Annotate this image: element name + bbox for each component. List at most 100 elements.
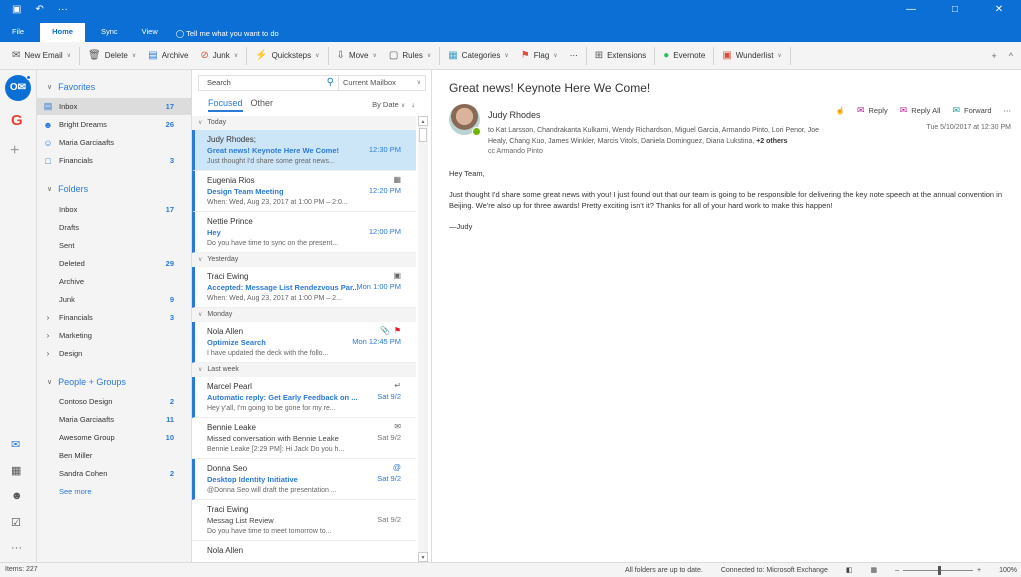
flag-button[interactable]: ⚑ Flag ∨: [515, 46, 564, 66]
undo-icon[interactable]: ↶: [35, 4, 43, 15]
folder-item-marketing[interactable]: › Marketing: [37, 327, 192, 344]
tab-home[interactable]: Home: [40, 23, 85, 42]
sort-by-dropdown[interactable]: By Date ∨: [372, 100, 405, 109]
minimize-button[interactable]: —: [889, 4, 933, 15]
add-icon[interactable]: +: [992, 51, 997, 61]
zoom-handle[interactable]: [938, 565, 941, 575]
scroll-down-icon[interactable]: ▼: [418, 552, 428, 562]
chevron-right-icon[interactable]: ›: [37, 313, 59, 322]
collapse-ribbon-icon[interactable]: ^: [1009, 51, 1013, 61]
message-item[interactable]: Nola Allen: [192, 541, 416, 562]
chevron-right-icon[interactable]: ›: [37, 331, 59, 340]
sender-avatar[interactable]: [449, 104, 481, 136]
scroll-thumb[interactable]: [419, 128, 427, 142]
message-item[interactable]: Judy Rhodes; Great news! Keynote Here We…: [192, 130, 416, 171]
mail-icon[interactable]: ✉: [11, 438, 20, 451]
sort-direction-icon[interactable]: ↓: [411, 100, 415, 109]
group-header-last-week[interactable]: ∨ Last week: [192, 363, 416, 377]
zoom-in-button[interactable]: +: [977, 567, 981, 574]
junk-button[interactable]: ⊘ Junk ∨: [194, 46, 244, 66]
tasks-icon[interactable]: ☑: [11, 516, 21, 529]
more-recipients-link[interactable]: +2 others: [756, 138, 787, 145]
reading-view-icon[interactable]: ▦: [870, 566, 877, 574]
people-item-awesome-group[interactable]: Awesome Group 10: [37, 429, 192, 446]
folders-header[interactable]: ∨ Folders: [47, 184, 88, 194]
zoom-level[interactable]: 100%: [999, 567, 1017, 574]
favorite-item-maria-garciaafts[interactable]: ☺ Maria Garciaafts: [37, 134, 192, 151]
delete-button[interactable]: 🗑 Delete ∨: [82, 46, 142, 66]
sender-name[interactable]: Judy Rhodes: [488, 110, 541, 120]
chevron-down-icon[interactable]: ∨: [67, 52, 71, 59]
search-scope-dropdown[interactable]: Current Mailbox ∨: [338, 76, 425, 90]
tab-sync[interactable]: Sync: [89, 23, 130, 42]
message-list-scrollbar[interactable]: ▲ ▼: [418, 116, 428, 562]
group-header-today[interactable]: ∨ Today: [192, 116, 416, 130]
group-header-monday[interactable]: ∨ Monday: [192, 308, 416, 322]
folder-item-junk[interactable]: Junk 9: [37, 291, 192, 308]
favorite-item-financials[interactable]: □ Financials 3: [37, 152, 192, 169]
scroll-up-icon[interactable]: ▲: [418, 116, 428, 126]
more-icon[interactable]: ···: [58, 4, 68, 15]
favorite-item-bright-dreams[interactable]: ☻ Bright Dreams 26: [37, 116, 192, 133]
zoom-slider[interactable]: – +: [895, 565, 981, 575]
see-more-link[interactable]: See more: [37, 483, 192, 500]
chevron-right-icon[interactable]: ›: [37, 349, 59, 358]
like-button[interactable]: ☝: [836, 106, 845, 115]
reply-button[interactable]: ✉ Reply: [857, 105, 888, 116]
chevron-down-icon[interactable]: ∨: [132, 52, 136, 59]
maximize-button[interactable]: □: [933, 4, 977, 15]
move-button[interactable]: ⇩ Move ∨: [331, 46, 383, 66]
search-icon[interactable]: ⚲: [327, 76, 334, 90]
folder-item-sent[interactable]: Sent: [37, 237, 192, 254]
archive-button[interactable]: ▤ Archive: [142, 46, 194, 66]
tab-file[interactable]: File: [0, 23, 36, 42]
close-button[interactable]: ✕: [977, 4, 1021, 15]
message-item[interactable]: Nettie Prince Hey Do you have time to sy…: [192, 212, 416, 253]
zoom-out-button[interactable]: –: [895, 567, 899, 574]
calendar-icon[interactable]: ▦: [11, 464, 21, 477]
sync-icon[interactable]: ▣: [12, 4, 21, 15]
message-item[interactable]: Marcel Pearl Automatic reply: Get Early …: [192, 377, 416, 418]
folder-item-financials[interactable]: › Financials 3: [37, 309, 192, 326]
message-item[interactable]: Donna Seo Desktop Identity Initiative @D…: [192, 459, 416, 500]
message-item[interactable]: Bennie Leake Missed conversation with Be…: [192, 418, 416, 459]
tab-view[interactable]: View: [130, 23, 170, 42]
tab-focused[interactable]: Focused: [208, 98, 243, 112]
flag-icon[interactable]: ⚑: [394, 326, 401, 335]
folder-item-deleted[interactable]: Deleted 29: [37, 255, 192, 272]
normal-view-icon[interactable]: ◧: [846, 566, 853, 574]
zoom-track[interactable]: [903, 565, 973, 575]
extensions-button[interactable]: ⊞ Extensions: [589, 46, 653, 66]
people-item-sandra-cohen[interactable]: Sandra Cohen 2: [37, 465, 192, 482]
rules-button[interactable]: ▢ Rules ∨: [383, 46, 437, 66]
quicksteps-button[interactable]: ⚡ Quicksteps ∨: [249, 46, 325, 66]
people-icon[interactable]: ☻: [11, 490, 23, 502]
more-commands-button[interactable]: ⋯: [564, 46, 584, 66]
google-account-icon[interactable]: G: [11, 112, 23, 129]
folder-item-design[interactable]: › Design: [37, 345, 192, 362]
favorite-item-inbox[interactable]: ▤ Inbox 17: [37, 98, 192, 115]
group-header-yesterday[interactable]: ∨ Yesterday: [192, 253, 416, 267]
folder-item-inbox[interactable]: Inbox 17: [37, 201, 192, 218]
people-item-maria-garciaafts[interactable]: Maria Garciaafts 11: [37, 411, 192, 428]
forward-button[interactable]: ✉ Forward: [952, 105, 991, 116]
add-account-icon[interactable]: +: [10, 142, 19, 160]
folder-item-archive[interactable]: Archive: [37, 273, 192, 290]
favorites-header[interactable]: ∨ Favorites: [47, 82, 95, 92]
people-item-contoso-design[interactable]: Contoso Design 2: [37, 393, 192, 410]
people-groups-header[interactable]: ∨ People + Groups: [47, 377, 126, 387]
message-item[interactable]: Traci Ewing Accepted: Message List Rende…: [192, 267, 416, 308]
folder-item-drafts[interactable]: Drafts: [37, 219, 192, 236]
more-apps-icon[interactable]: ···: [11, 542, 22, 554]
search-input[interactable]: Search ⚲: [199, 76, 338, 90]
more-actions-button[interactable]: ⋯: [1004, 106, 1012, 115]
reply-all-button[interactable]: ✉ Reply All: [900, 105, 941, 116]
tell-me-box[interactable]: ◯ Tell me what you want to do: [170, 25, 279, 42]
message-item[interactable]: Traci Ewing Messag List Review Do you ha…: [192, 500, 416, 541]
tab-other[interactable]: Other: [251, 98, 274, 112]
new-email-button[interactable]: ✉ New Email ∨: [6, 46, 77, 66]
wunderlist-button[interactable]: ▣ Wunderlist ∨: [716, 46, 788, 66]
categories-button[interactable]: ▦ Categories ∨: [442, 46, 515, 66]
message-item[interactable]: Nola Allen Optimize Search I have update…: [192, 322, 416, 363]
people-item-ben-miller[interactable]: Ben Miller: [37, 447, 192, 464]
